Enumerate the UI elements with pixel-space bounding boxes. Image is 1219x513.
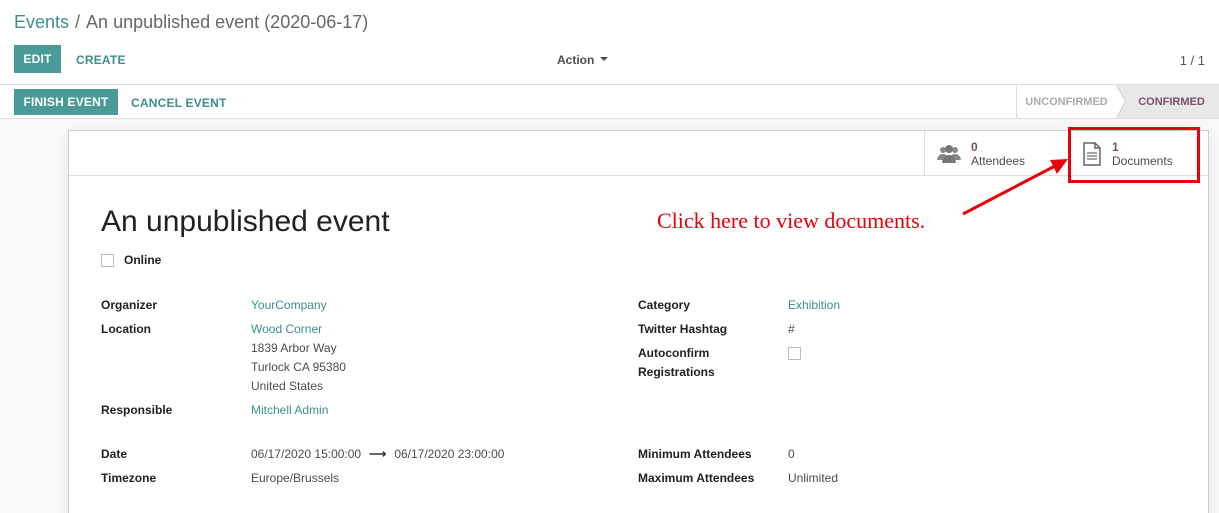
documents-highlight-box (1068, 127, 1200, 183)
date-label: Date (101, 447, 128, 461)
pager[interactable]: 1 / 1 (1180, 53, 1205, 68)
maximum-attendees-label: Maximum Attendees (638, 471, 755, 485)
stage-pipeline: UNCONFIRMED CONFIRMED (1016, 85, 1219, 118)
autoconfirm-label: Autoconfirm Registrations (638, 344, 715, 382)
address-line2: Turlock CA 95380 (251, 360, 346, 374)
location-link[interactable]: Wood Corner (251, 320, 322, 339)
responsible-link[interactable]: Mitchell Admin (251, 401, 328, 420)
address-line3: United States (251, 379, 324, 393)
autoconfirm-label-line1: Autoconfirm (638, 346, 710, 360)
event-title: An unpublished event (101, 205, 390, 238)
autoconfirm-checkbox[interactable] (788, 347, 801, 360)
online-checkbox-row: Online (101, 253, 161, 267)
control-panel: Events / An unpublished event (2020-06-17)… (0, 0, 1219, 85)
date-range: 06/17/2020 15:00:00 ⟶ 06/17/2020 23:00:00 (251, 445, 504, 464)
breadcrumb: Events / An unpublished event (2020-06-17) (14, 12, 368, 33)
breadcrumb-current: An unpublished event (2020-06-17) (86, 12, 369, 32)
date-end: 06/17/2020 23:00:00 (394, 447, 505, 461)
action-label: Action (557, 53, 595, 67)
stage-unconfirmed[interactable]: UNCONFIRMED (1016, 85, 1126, 118)
edit-button[interactable]: EDIT (14, 45, 61, 73)
minimum-attendees-label: Minimum Attendees (638, 447, 752, 461)
responsible-label: Responsible (101, 403, 173, 417)
cancel-event-button[interactable]: CANCEL EVENT (131, 96, 227, 110)
online-checkbox[interactable] (101, 253, 114, 267)
finish-event-button[interactable]: FINISH EVENT (14, 89, 118, 115)
organizer-label: Organizer (101, 298, 158, 312)
minimum-attendees-value: 0 (788, 447, 795, 461)
location-label: Location (101, 322, 151, 336)
breadcrumb-separator: / (75, 12, 81, 32)
action-dropdown[interactable]: Action (557, 53, 609, 67)
twitter-hashtag-value: # (788, 322, 795, 336)
organizer-link[interactable]: YourCompany (251, 296, 327, 315)
stage-confirmed[interactable]: CONFIRMED (1116, 85, 1219, 118)
caret-down-icon (600, 56, 609, 61)
maximum-attendees-value: Unlimited (788, 471, 839, 485)
create-button[interactable]: CREATE (76, 53, 126, 67)
arrow-right-icon: ⟶ (369, 447, 387, 461)
online-label: Online (124, 253, 162, 267)
category-link[interactable]: Exhibition (788, 296, 840, 315)
annotation-arrow-icon (962, 159, 1068, 216)
address-line1: 1839 Arbor Way (251, 341, 337, 355)
twitter-hashtag-label: Twitter Hashtag (638, 322, 728, 336)
statusbar: FINISH EVENT CANCEL EVENT UNCONFIRMED CO… (0, 85, 1219, 119)
date-start: 06/17/2020 15:00:00 (251, 447, 362, 461)
breadcrumb-events-link[interactable]: Events (14, 12, 69, 32)
timezone-label: Timezone (101, 471, 157, 485)
autoconfirm-label-line2: Registrations (638, 365, 715, 379)
category-label: Category (638, 298, 691, 312)
annotation-text: Click here to view documents. (657, 208, 926, 233)
timezone-value: Europe/Brussels (251, 471, 340, 485)
